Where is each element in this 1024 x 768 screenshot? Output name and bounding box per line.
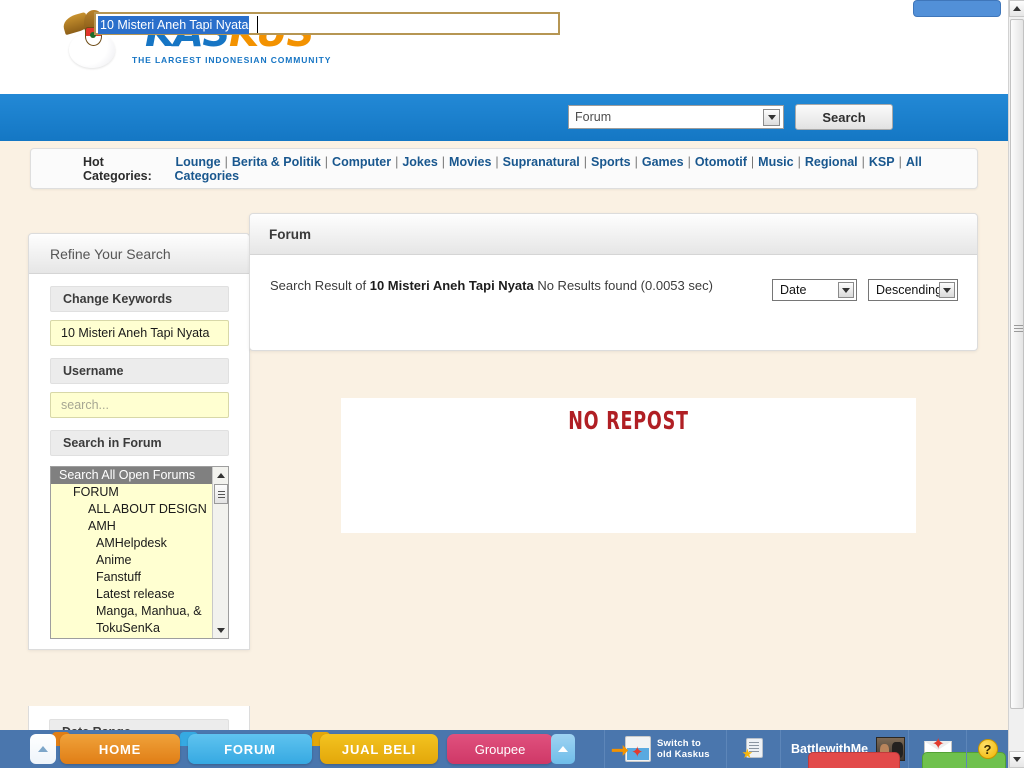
sort-order-select[interactable]: Descending [868, 279, 958, 301]
hot-category-link-otomotif[interactable]: Otomotif [695, 155, 747, 169]
switch-to-old-kaskus-button[interactable]: ✦ ➞ Switch to old Kaskus [604, 730, 726, 768]
page-root: KASKUS THE LARGEST INDONESIAN COMMUNITY … [0, 0, 1024, 768]
hot-category-separator: | [583, 154, 588, 169]
search-type-select[interactable]: Forum [568, 105, 784, 129]
forum-list-item[interactable]: ALL ABOUT DESIGN [51, 501, 228, 518]
taskbar-expand-groupee-button[interactable] [551, 734, 575, 764]
scroll-up-icon[interactable] [214, 468, 228, 482]
search-in-forum-header: Search in Forum [50, 430, 229, 456]
brand-tagline: THE LARGEST INDONESIAN COMMUNITY [132, 54, 332, 65]
hot-categories-bar: Hot Categories: Lounge | Berita & Politik |… [30, 148, 978, 189]
search-input[interactable] [94, 12, 560, 35]
taskbar-expand-left-button[interactable] [30, 734, 56, 764]
hot-category-link-ksp[interactable]: KSP [869, 155, 895, 169]
hot-category-link-supranatural[interactable]: Supranatural [503, 155, 580, 169]
hot-category-link-sports[interactable]: Sports [591, 155, 631, 169]
sort-field-value: Date [780, 283, 807, 297]
page-scroll-down-icon[interactable] [1009, 751, 1024, 768]
forum-list-item[interactable]: AMHelpdesk [51, 535, 228, 552]
keywords-input[interactable]: 10 Misteri Aneh Tapi Nyata [50, 320, 229, 346]
username-input[interactable]: search... [50, 392, 229, 418]
scrollbar-thumb[interactable] [214, 484, 228, 504]
hot-category-separator: | [750, 154, 755, 169]
result-suffix: No Results found (0.0053 sec) [533, 278, 713, 293]
hot-categories-label: Hot Categories: [83, 154, 152, 183]
hot-category-separator: | [687, 154, 691, 169]
search-type-value: Forum [575, 110, 612, 124]
forum-list-item[interactable]: Search All Open Forums [51, 467, 228, 484]
results-panel-title: Forum [250, 214, 977, 255]
hot-category-separator: | [861, 154, 865, 169]
hot-category-link-regional[interactable]: Regional [805, 155, 858, 169]
hot-category-separator: | [495, 154, 499, 169]
hot-category-separator: | [395, 154, 399, 169]
sidebar-title: Refine Your Search [29, 234, 249, 274]
help-icon: ? [977, 739, 998, 759]
no-repost-banner: NO REPOST [341, 398, 916, 533]
result-prefix: Search Result of [270, 278, 370, 293]
result-summary: Search Result of 10 Misteri Aneh Tapi Ny… [270, 275, 770, 296]
forum-list-item[interactable]: AMH [51, 518, 228, 535]
change-keywords-header: Change Keywords [50, 286, 229, 312]
hot-categories-links: Lounge | Berita & Politik | Computer | Jokes | M… [174, 155, 977, 183]
username-header: Username [50, 358, 229, 384]
hot-category-separator: | [224, 154, 228, 169]
forum-listbox-scrollbar[interactable] [212, 467, 228, 638]
hot-category-separator: | [634, 154, 638, 169]
hot-category-separator: | [441, 154, 446, 169]
no-repost-text: NO REPOST [568, 406, 689, 435]
page-scrollbar-thumb[interactable] [1010, 19, 1024, 709]
hot-category-link-games[interactable]: Games [642, 155, 684, 169]
taskbar-red-panel [808, 752, 900, 768]
scroll-down-icon[interactable] [214, 623, 228, 637]
forum-list-item[interactable]: Manga, Manhua, & [51, 603, 228, 620]
hot-category-separator: | [324, 154, 329, 169]
notes-button[interactable]: ★ [726, 730, 780, 768]
sort-order-value: Descending [876, 283, 943, 297]
page-scroll-up-icon[interactable] [1009, 0, 1024, 17]
hot-category-separator: | [797, 154, 801, 169]
hot-category-link-jokes[interactable]: Jokes [402, 155, 437, 169]
chevron-down-icon[interactable] [939, 282, 955, 298]
help-button[interactable]: ? [966, 730, 1008, 768]
search-button[interactable]: Search [795, 104, 893, 130]
switch-line-2: old Kaskus [657, 749, 710, 760]
top-right-blue-button[interactable] [913, 0, 1001, 17]
switch-line-1: Switch to [657, 738, 702, 749]
results-panel: Forum Search Result of 10 Misteri Aneh T… [249, 213, 978, 351]
forum-list-item[interactable]: TokuSenKa [51, 620, 228, 637]
forum-list-item[interactable]: Latest release [51, 586, 228, 603]
forum-list-item[interactable]: Fanstuff [51, 569, 228, 586]
hot-category-separator: | [898, 154, 902, 169]
note-icon: ★ [742, 737, 766, 761]
results-panel-body: Search Result of 10 Misteri Aneh Tapi Ny… [250, 255, 977, 350]
switch-to-old-kaskus-label: Switch to old Kaskus [657, 738, 710, 760]
page-scrollbar[interactable] [1008, 0, 1024, 768]
taskbar-tab-jual-beli[interactable]: JUAL BELI [320, 734, 438, 764]
bottom-taskbar: HOME FORUM JUAL BELI Groupee ✦ ➞ Switch … [0, 730, 1008, 768]
hot-category-link-lounge[interactable]: Lounge [175, 155, 220, 169]
forum-list-item[interactable]: Anime [51, 552, 228, 569]
text-caret [257, 16, 258, 33]
hot-category-link-music[interactable]: Music [758, 155, 793, 169]
hot-category-link-movies[interactable]: Movies [449, 155, 491, 169]
taskbar-tab-groupee[interactable]: Groupee [447, 734, 553, 764]
result-query: 10 Misteri Aneh Tapi Nyata [369, 278, 534, 293]
chevron-down-icon[interactable] [763, 109, 780, 126]
taskbar-tab-home[interactable]: HOME [60, 734, 180, 764]
sort-field-select[interactable]: Date [772, 279, 857, 301]
refine-search-sidebar: Refine Your Search Change Keywords 10 Mi… [28, 233, 250, 650]
forum-list-item[interactable]: FORUM [51, 484, 228, 501]
hot-category-link-berita-politik[interactable]: Berita & Politik [232, 155, 321, 169]
forum-listbox[interactable]: Search All Open Forums FORUM ALL ABOUT DES… [50, 466, 229, 639]
taskbar-tab-forum[interactable]: FORUM [188, 734, 312, 764]
switch-arrow-icon: ✦ ➞ [611, 734, 657, 764]
hot-category-link-computer[interactable]: Computer [332, 155, 391, 169]
chevron-down-icon[interactable] [838, 282, 854, 298]
sort-controls: Date Descending [772, 279, 958, 301]
